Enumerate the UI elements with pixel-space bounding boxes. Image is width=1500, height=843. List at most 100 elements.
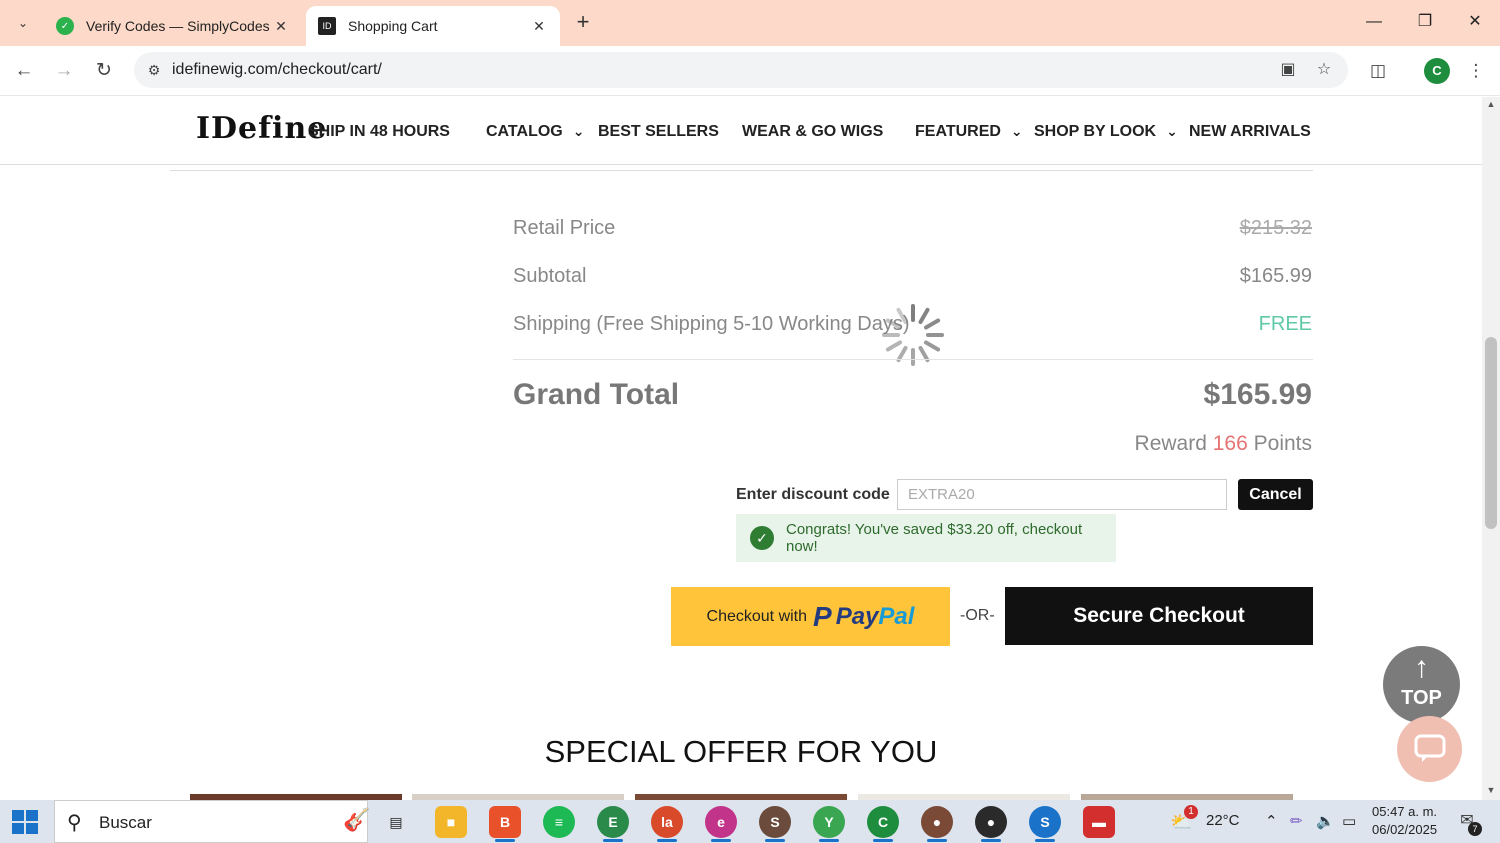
extensions-icon[interactable]: ◫ [1364, 57, 1392, 85]
browser-toolbar: ← → ↻ ⚙ idefinewig.com/checkout/cart/ ▣ … [0, 46, 1500, 96]
retail-price-value: $215.32 [1239, 217, 1312, 239]
grand-total-label: Grand Total [513, 378, 680, 411]
chrome-profile-y-icon[interactable]: Y [813, 806, 845, 842]
brave-browser-icon[interactable]: B [489, 806, 521, 842]
chrome-profile-photo-icon[interactable]: ● [921, 806, 953, 842]
subtotal-label: Subtotal [513, 265, 587, 287]
nav-catalog[interactable]: CATALOG ⌄ [486, 123, 584, 141]
nav-best-sellers[interactable]: BEST SELLERS [598, 123, 719, 141]
paypal-wordmark: PayPal [835, 602, 915, 630]
chrome-profile-e-icon[interactable]: E [597, 806, 629, 842]
live-chat-button[interactable] [1397, 716, 1462, 782]
minimize-icon[interactable]: — [1354, 8, 1394, 36]
back-to-top-button[interactable]: ↑ TOP [1383, 646, 1460, 723]
chevron-up-icon[interactable]: ⌃ [1265, 812, 1278, 830]
app-red-icon[interactable]: ▬ [1083, 806, 1115, 838]
reward-points-value: 166 [1212, 432, 1248, 455]
tab-simplycodes[interactable]: ✓ Verify Codes — SimplyCodes ✕ [44, 6, 302, 46]
chevron-down-icon: ⌄ [1010, 123, 1023, 139]
forward-arrow-icon[interactable]: → [50, 57, 78, 85]
weather-badge: 1 [1184, 805, 1198, 819]
clock-date: 06/02/2025 [1372, 822, 1438, 837]
close-tab-icon[interactable]: ✕ [530, 18, 548, 35]
volume-icon[interactable]: 🔈 [1316, 812, 1335, 830]
translate-icon[interactable]: ▣ [1276, 58, 1300, 82]
reward-points-text: Reward 166 Points [1134, 432, 1312, 455]
scroll-up-icon[interactable]: ▲ [1482, 99, 1500, 109]
tab-title: Verify Codes — SimplyCodes [86, 18, 270, 34]
close-tab-icon[interactable]: ✕ [272, 18, 290, 35]
close-window-icon[interactable]: ✕ [1455, 8, 1495, 36]
chevron-down-icon: ⌄ [1166, 123, 1178, 139]
file-explorer-icon[interactable]: ■ [435, 806, 467, 838]
nav-featured[interactable]: FEATURED ⌄ [915, 123, 1023, 141]
pen-icon[interactable]: ✏ [1290, 812, 1303, 830]
subtotal-value: $165.99 [1239, 265, 1312, 287]
discount-code-input[interactable] [897, 479, 1227, 510]
spotify-icon[interactable]: ≡ [543, 806, 575, 838]
idefine-icon: ID [318, 17, 336, 35]
search-placeholder: Buscar [99, 813, 152, 832]
grand-total-value: $165.99 [1203, 378, 1312, 411]
top-label: TOP [1401, 687, 1442, 709]
chrome-profile-c-icon[interactable]: C [867, 806, 899, 842]
site-header: IDefine SHIP IN 48 HOURS CATALOG ⌄ BEST S… [0, 97, 1482, 165]
paypal-logo-icon: P [813, 600, 832, 632]
chrome-profile-e2-icon[interactable]: e [705, 806, 737, 842]
arrow-up-icon: ↑ [1414, 651, 1429, 684]
divider [170, 170, 1313, 171]
windows-taskbar: ⚲ Buscar 🎸 ▤ ■ B ≡ E la e S Y C ● ● S ▬ … [0, 800, 1500, 843]
chrome-profile-s2-icon[interactable]: S [1029, 806, 1061, 842]
address-bar[interactable]: ⚙ idefinewig.com/checkout/cart/ ▣ ☆ [134, 52, 1348, 88]
reload-icon[interactable]: ↻ [90, 57, 118, 85]
tab-search-chevron-icon[interactable]: ⌄ [10, 10, 36, 36]
page-scrollbar[interactable]: ▲ ▼ [1482, 97, 1500, 800]
profile-avatar[interactable]: C [1424, 58, 1450, 84]
or-separator: -OR- [960, 607, 995, 624]
summary-divider [513, 359, 1313, 360]
paypal-prefix: Checkout with [706, 607, 808, 625]
special-offer-heading: SPECIAL OFFER FOR YOU [544, 734, 938, 769]
clock-time: 05:47 a. m. [1372, 804, 1438, 819]
shipping-value: FREE [1258, 313, 1312, 335]
task-view-icon[interactable]: ▤ [380, 806, 412, 838]
check-circle-icon: ✓ [750, 526, 774, 550]
scroll-down-icon[interactable]: ▼ [1482, 785, 1500, 795]
discount-code-label: Enter discount code [736, 486, 890, 503]
nav-ship-48-hours[interactable]: SHIP IN 48 HOURS [308, 123, 450, 141]
search-highlight-icon: 🎸 [343, 807, 371, 832]
notification-count-badge: 7 [1468, 822, 1482, 836]
site-info-icon[interactable]: ⚙ [142, 58, 166, 82]
back-arrow-icon[interactable]: ← [10, 57, 38, 85]
windows-start-icon[interactable] [12, 810, 38, 834]
taskbar-search-box[interactable]: ⚲ Buscar 🎸 [54, 800, 371, 843]
tab-title: Shopping Cart [348, 18, 438, 34]
restore-icon[interactable]: ❐ [1405, 8, 1445, 36]
chevron-down-icon: ⌄ [572, 123, 585, 139]
new-tab-plus-icon[interactable]: + [570, 10, 596, 36]
tab-shopping-cart[interactable]: ID Shopping Cart ✕ [306, 6, 560, 46]
scrollbar-thumb[interactable] [1485, 337, 1497, 529]
chrome-profile-s-icon[interactable]: S [759, 806, 791, 842]
nav-new-arrivals[interactable]: NEW ARRIVALS [1189, 123, 1311, 141]
retail-price-label: Retail Price [513, 217, 616, 239]
system-clock[interactable]: 05:47 a. m. 06/02/2025 [1372, 803, 1437, 839]
weather-temperature[interactable]: 22°C [1206, 812, 1240, 829]
nav-shop-by-look[interactable]: SHOP BY LOOK ⌄ [1034, 123, 1178, 141]
menu-kebab-icon[interactable]: ⋮ [1462, 57, 1490, 85]
browser-tab-bar: ⌄ ✓ Verify Codes — SimplyCodes ✕ ID Shop… [0, 0, 1500, 46]
discount-message-text: Congrats! You've saved $33.20 off, check… [786, 521, 1083, 555]
chat-bubble-icon [1414, 734, 1445, 762]
nav-wear-and-go-wigs[interactable]: WEAR & GO WIGS [742, 123, 883, 141]
cancel-discount-button[interactable]: Cancel [1238, 479, 1313, 510]
paypal-checkout-button[interactable]: Checkout with P PayPal [671, 587, 950, 646]
network-icon[interactable]: ▭ [1342, 812, 1356, 830]
bookmark-star-icon[interactable]: ☆ [1312, 58, 1336, 82]
chrome-profile-dark-icon[interactable]: ● [975, 806, 1007, 842]
chrome-profile-la-icon[interactable]: la [651, 806, 683, 842]
url-text[interactable]: idefinewig.com/checkout/cart/ [172, 61, 382, 79]
discount-success-message: ✓ Congrats! You've saved $33.20 off, che… [736, 514, 1116, 562]
secure-checkout-button[interactable]: Secure Checkout [1005, 587, 1313, 645]
search-icon: ⚲ [67, 812, 82, 834]
shipping-label: Shipping (Free Shipping 5-10 Working Day… [513, 313, 910, 335]
